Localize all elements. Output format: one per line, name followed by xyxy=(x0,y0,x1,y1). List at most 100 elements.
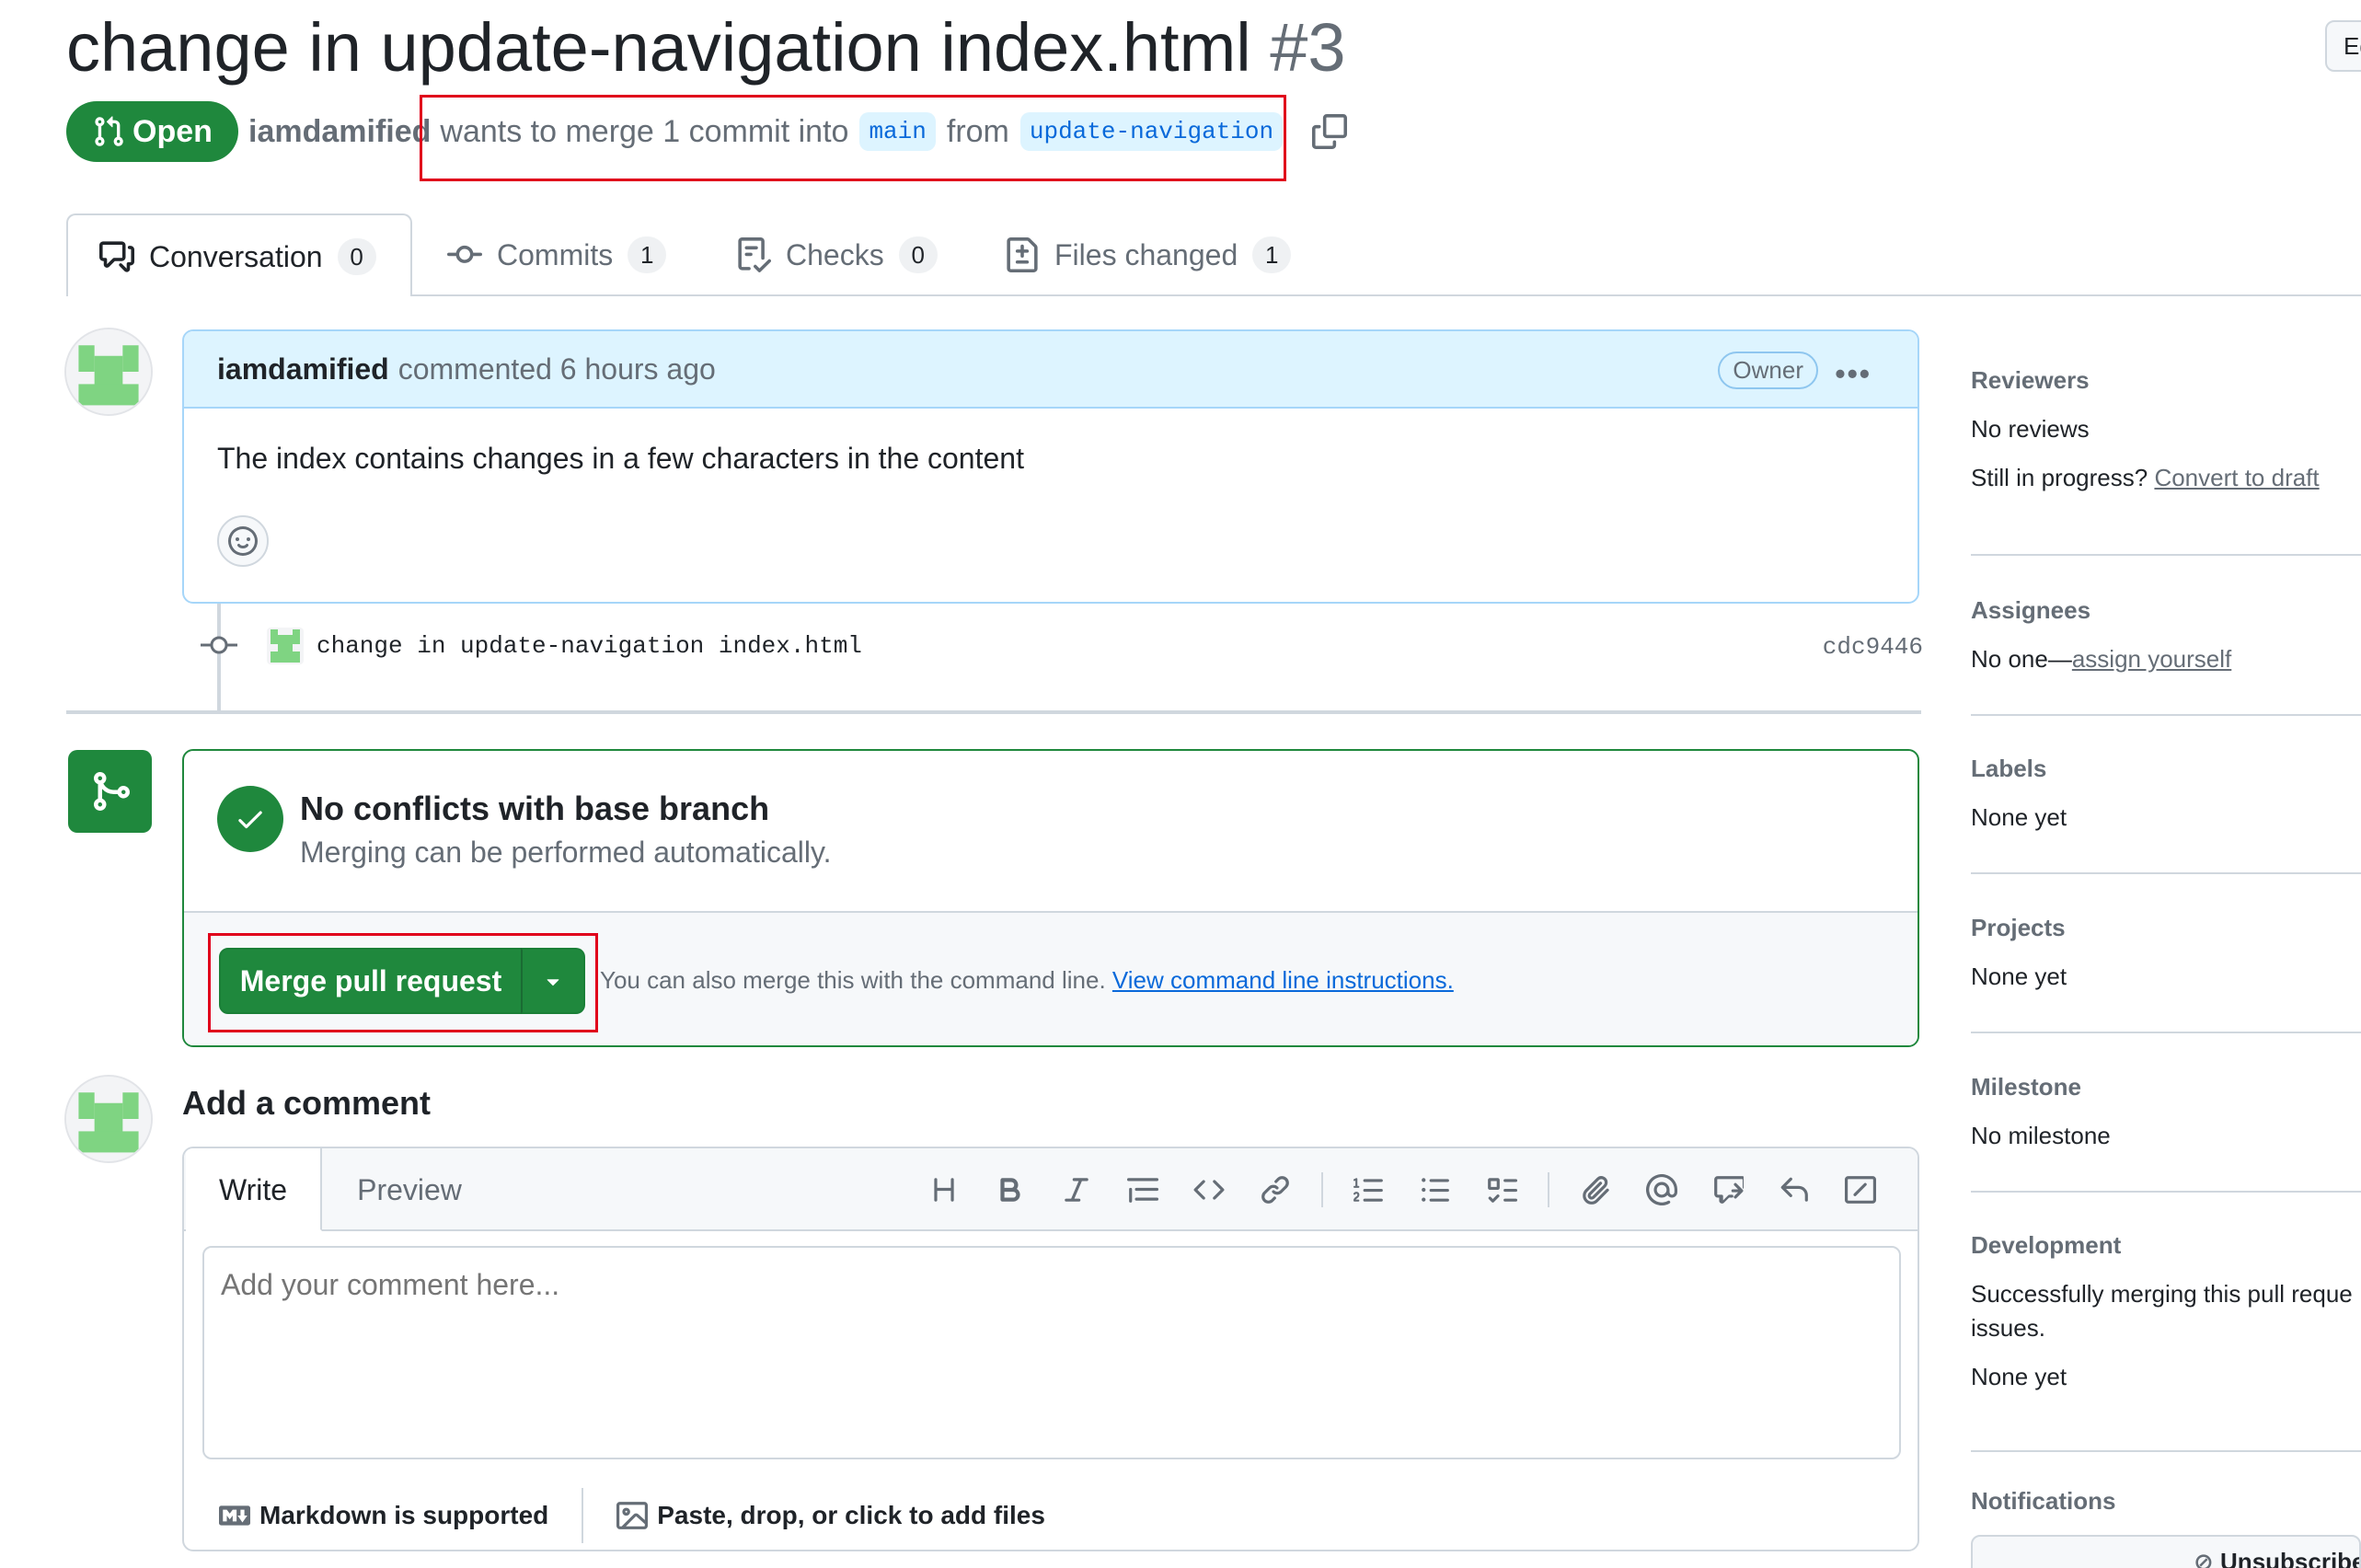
tab-commits-count: 1 xyxy=(628,236,667,273)
tab-files-changed-count: 1 xyxy=(1252,236,1292,273)
comment-author[interactable]: iamdamified xyxy=(217,352,389,386)
comment-body: The index contains changes in a few char… xyxy=(217,442,1024,475)
highlight-box-merge-info xyxy=(420,95,1286,181)
unsubscribe-label: Unsubscribe xyxy=(2220,1548,2361,1568)
pull-request-icon xyxy=(95,116,123,146)
tab-files-changed-label: Files changed xyxy=(1054,237,1238,271)
unsubscribe-button[interactable]: ⊘ Unsubscribe xyxy=(1971,1535,2361,1568)
image-icon xyxy=(616,1502,649,1529)
checklist-icon xyxy=(738,237,771,272)
git-merge-icon xyxy=(68,750,152,833)
mention-icon[interactable] xyxy=(1629,1165,1695,1215)
reviewers-heading[interactable]: Reviewers xyxy=(1971,366,2361,395)
projects-value: None yet xyxy=(1971,963,2067,990)
pr-state-label: Open xyxy=(132,113,213,149)
tab-checks-count: 0 xyxy=(898,236,938,273)
git-commit-icon xyxy=(447,245,482,263)
kebab-menu-icon[interactable]: ••• xyxy=(1835,357,1872,391)
notifications-heading: Notifications xyxy=(1971,1487,2116,1515)
bell-slash-icon: ⊘ xyxy=(2194,1548,2214,1568)
comment-textarea[interactable] xyxy=(202,1246,1901,1459)
markdown-supported-link[interactable]: Markdown is supported xyxy=(219,1500,548,1531)
highlight-box-merge-button xyxy=(208,933,598,1032)
code-icon[interactable] xyxy=(1176,1165,1242,1215)
current-user-avatar[interactable] xyxy=(64,1075,153,1163)
copy-icon[interactable] xyxy=(1312,114,1348,149)
git-commit-icon xyxy=(201,636,237,654)
commit-sha-link[interactable]: cdc9446 xyxy=(1823,633,1923,661)
ordered-list-icon[interactable] xyxy=(1336,1165,1402,1215)
editor-footer: Markdown is supported Paste, drop, or cl… xyxy=(184,1478,1918,1550)
cross-reference-icon[interactable] xyxy=(1695,1165,1761,1215)
tab-files-changed[interactable]: Files changed 1 xyxy=(1005,213,1292,296)
pr-title-text: change in update-navigation index.html xyxy=(66,9,1251,86)
link-icon[interactable] xyxy=(1242,1165,1308,1215)
attach-icon[interactable] xyxy=(1562,1165,1629,1215)
milestone-value: No milestone xyxy=(1971,1122,2111,1149)
comment-editor: Write Preview Markdown is supported xyxy=(182,1147,1919,1551)
labels-heading[interactable]: Labels xyxy=(1971,755,2361,783)
comment-timestamp[interactable]: commented 6 hours ago xyxy=(398,352,716,386)
command-line-text: You can also merge this with the command… xyxy=(600,966,1106,994)
development-text-2: issues. xyxy=(1971,1314,2045,1342)
identicon-avatar xyxy=(267,628,304,664)
command-line-note: You can also merge this with the command… xyxy=(600,966,1454,995)
tab-checks[interactable]: Checks 0 xyxy=(736,213,938,296)
footer-divider xyxy=(582,1488,584,1543)
draft-prefix: Still in progress? xyxy=(1971,464,2148,491)
add-reaction-button[interactable] xyxy=(217,515,269,567)
sidebar-development: Development Successfully merging this pu… xyxy=(1971,1231,2361,1452)
labels-value: None yet xyxy=(1971,803,2067,831)
commit-message-link[interactable]: change in update-navigation index.html xyxy=(317,632,862,660)
milestone-heading[interactable]: Milestone xyxy=(1971,1073,2361,1101)
pr-author-link[interactable]: iamdamified xyxy=(248,114,431,150)
tab-preview[interactable]: Preview xyxy=(340,1148,478,1231)
unordered-list-icon[interactable] xyxy=(1402,1165,1468,1215)
toolbar-divider xyxy=(1321,1172,1323,1207)
file-diff-icon xyxy=(1007,237,1038,272)
quote-icon[interactable] xyxy=(1110,1165,1176,1215)
draft-note: Still in progress? Convert to draft xyxy=(1971,464,2361,492)
reply-icon[interactable] xyxy=(1761,1165,1827,1215)
comment-discussion-icon xyxy=(99,241,134,272)
merge-status-subtext: Merging can be performed automatically. xyxy=(300,836,832,869)
markdown-note: Markdown is supported xyxy=(259,1501,549,1529)
pr-number: #3 xyxy=(1270,9,1346,86)
comment-card: iamdamified commented 6 hours ago Owner … xyxy=(182,329,1919,604)
comment-header: iamdamified commented 6 hours ago Owner … xyxy=(184,331,1918,409)
tab-write[interactable]: Write xyxy=(186,1148,322,1231)
sidebar-assignees: Assignees No one—assign yourself xyxy=(1971,596,2361,716)
editor-header: Write Preview xyxy=(184,1148,1918,1231)
task-list-icon[interactable] xyxy=(1468,1165,1535,1215)
sidebar-notifications: Notifications xyxy=(1971,1487,2361,1516)
sidebar-milestone: Milestone No milestone xyxy=(1971,1073,2361,1193)
attach-files-button[interactable]: Paste, drop, or click to add files xyxy=(616,1500,1045,1531)
sidebar-reviewers: Reviewers No reviews Still in progress? … xyxy=(1971,366,2361,556)
comment-author-avatar[interactable] xyxy=(64,328,153,416)
tab-commits[interactable]: Commits 1 xyxy=(447,213,667,296)
timeline-divider xyxy=(66,710,1921,714)
development-value: None yet xyxy=(1971,1363,2067,1390)
sidebar-labels: Labels None yet xyxy=(1971,755,2361,874)
assign-yourself-link[interactable]: assign yourself xyxy=(2072,645,2231,673)
edit-title-button[interactable]: Ed xyxy=(2325,20,2361,72)
check-icon xyxy=(217,786,283,852)
projects-heading[interactable]: Projects xyxy=(1971,914,2361,942)
heading-icon[interactable] xyxy=(911,1165,977,1215)
commit-author-avatar[interactable] xyxy=(267,628,304,664)
slash-command-icon[interactable] xyxy=(1827,1165,1894,1215)
bold-icon[interactable] xyxy=(977,1165,1043,1215)
development-heading[interactable]: Development xyxy=(1971,1231,2361,1260)
command-line-instructions-link[interactable]: View command line instructions. xyxy=(1112,966,1454,994)
assignees-heading[interactable]: Assignees xyxy=(1971,596,2361,625)
pr-state-badge: Open xyxy=(66,101,238,162)
toolbar-divider xyxy=(1548,1172,1549,1207)
convert-to-draft-link[interactable]: Convert to draft xyxy=(2154,464,2319,491)
tab-conversation[interactable]: Conversation 0 xyxy=(66,213,412,296)
italic-icon[interactable] xyxy=(1043,1165,1110,1215)
tab-commits-label: Commits xyxy=(497,237,614,271)
timeline-line xyxy=(217,604,221,714)
markdown-icon xyxy=(219,1505,250,1526)
add-comment-heading: Add a comment xyxy=(182,1084,432,1122)
reviewers-value: No reviews xyxy=(1971,415,2090,443)
